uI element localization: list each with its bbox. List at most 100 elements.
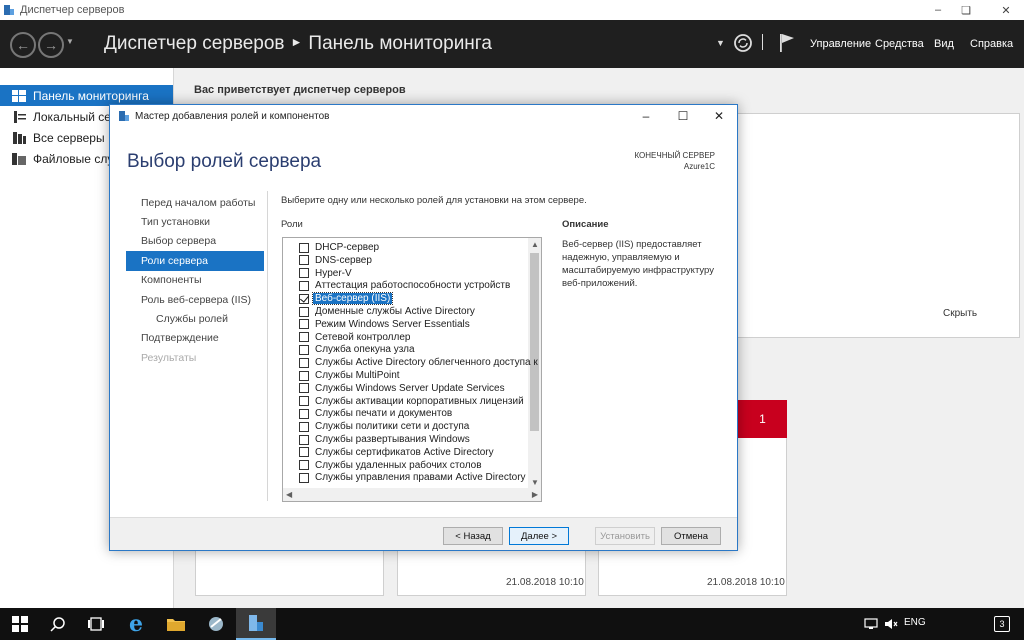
sidebar-item-dashboard[interactable]: Панель мониторинга [0, 85, 173, 106]
role-checkbox[interactable] [299, 396, 309, 407]
menu-help[interactable]: Справка [970, 38, 1013, 50]
step-server-roles[interactable]: Роли сервера [126, 251, 264, 271]
dialog-maximize-button[interactable]: ☐ [673, 109, 693, 123]
dialog-close-button[interactable]: ✕ [709, 109, 729, 123]
internet-explorer-button[interactable]: e [116, 608, 156, 640]
step-role-services[interactable]: Службы ролей [126, 309, 264, 328]
window-title: Диспетчер серверов [20, 4, 125, 16]
breadcrumb: Диспетчер серверов ► Панель мониторинга [104, 33, 492, 55]
destination-label: КОНЕЧНЫЙ СЕРВЕР [634, 151, 715, 160]
role-item[interactable]: Доменные службы Active Directory [299, 305, 475, 318]
role-checkbox[interactable] [299, 447, 309, 458]
role-item[interactable]: Службы политики сети и доступа [299, 420, 469, 433]
roles-listbox[interactable]: ▲ ▼ ◀ ▶ DHCP-сервер DNS-сервер Hyper-V Атте… [282, 237, 542, 502]
start-button[interactable] [0, 608, 40, 640]
language-indicator[interactable]: ENG [904, 617, 926, 628]
history-dropdown-icon[interactable]: ▼ [66, 37, 74, 46]
wizard-steps: Перед началом работы Тип установки Выбор… [126, 193, 264, 368]
task-view-button[interactable] [76, 608, 116, 640]
refresh-icon[interactable] [733, 33, 753, 53]
step-installation-type[interactable]: Тип установки [126, 212, 264, 231]
scroll-down-icon[interactable]: ▼ [531, 478, 539, 487]
header-dropdown-icon[interactable]: ▼ [716, 38, 725, 48]
role-item[interactable]: Службы активации корпоративных лицензий [299, 395, 524, 408]
scrollbar-thumb[interactable] [530, 253, 539, 431]
role-checkbox[interactable] [299, 370, 309, 381]
role-checkbox[interactable] [299, 421, 309, 432]
server-manager-icon [249, 615, 263, 631]
role-checkbox[interactable] [299, 460, 309, 471]
step-server-selection[interactable]: Выбор сервера [126, 232, 264, 251]
next-button[interactable]: Далее > [509, 527, 569, 545]
search-button[interactable] [38, 608, 78, 640]
role-item[interactable]: Службы развертывания Windows [299, 433, 470, 446]
role-item[interactable]: Веб-сервер (IIS) [299, 292, 394, 306]
role-item[interactable]: Режим Windows Server Essentials [299, 318, 470, 331]
role-item[interactable]: DNS-сервер [299, 254, 372, 267]
role-checkbox[interactable] [299, 332, 309, 343]
menu-view[interactable]: Вид [934, 38, 954, 50]
dialog-minimize-button[interactable]: – [636, 109, 656, 123]
role-item[interactable]: Службы печати и документов [299, 407, 452, 420]
role-checkbox[interactable] [299, 293, 309, 304]
network-icon[interactable] [864, 618, 878, 630]
role-item[interactable]: Службы управления правами Active Directo… [299, 471, 526, 484]
role-checkbox[interactable] [299, 319, 309, 330]
role-checkbox[interactable] [299, 255, 309, 266]
role-checkbox[interactable] [299, 242, 309, 253]
role-item[interactable]: Службы сертификатов Active Directory [299, 446, 494, 459]
role-item[interactable]: DHCP-сервер [299, 241, 379, 254]
role-checkbox[interactable] [299, 268, 309, 279]
notifications-flag-icon[interactable] [778, 32, 796, 54]
back-nav-button[interactable]: ← [10, 32, 36, 58]
alert-count-badge[interactable]: 1 [738, 400, 787, 438]
app-button[interactable] [196, 608, 236, 640]
role-checkbox[interactable] [299, 434, 309, 445]
role-item[interactable]: Служба опекуна узла [299, 343, 415, 356]
role-label: Hyper-V [315, 267, 352, 279]
file-services-icon [12, 152, 26, 165]
file-explorer-button[interactable] [156, 608, 196, 640]
role-checkbox[interactable] [299, 383, 309, 394]
role-item[interactable]: Аттестация работоспособности устройств [299, 279, 510, 292]
server-manager-taskbar-button[interactable] [236, 608, 276, 640]
role-checkbox[interactable] [299, 280, 309, 291]
role-checkbox[interactable] [299, 306, 309, 317]
maximize-button[interactable]: ❏ [950, 0, 982, 20]
cancel-button[interactable]: Отмена [661, 527, 721, 545]
role-item[interactable]: Сетевой контроллер [299, 331, 410, 344]
scroll-right-icon[interactable]: ▶ [532, 490, 538, 499]
role-checkbox[interactable] [299, 472, 309, 483]
step-results: Результаты [141, 351, 197, 364]
dialog-footer: < Назад Далее > Установить Отмена [110, 517, 737, 550]
all-servers-icon [13, 131, 26, 144]
role-checkbox[interactable] [299, 357, 309, 368]
menu-manage[interactable]: Управление [810, 38, 871, 50]
role-item[interactable]: Службы MultiPoint [299, 369, 400, 382]
role-label: Службы Windows Server Update Services [315, 382, 505, 394]
breadcrumb-separator-icon: ► [290, 35, 303, 49]
role-item[interactable]: Службы Active Directory облегченного дос… [299, 356, 538, 369]
role-item[interactable]: Службы удаленных рабочих столов [299, 459, 482, 472]
role-checkbox[interactable] [299, 344, 309, 355]
step-before-you-begin[interactable]: Перед началом работы [126, 193, 264, 212]
horizontal-scrollbar[interactable]: ◀ ▶ [283, 488, 541, 501]
step-features[interactable]: Компоненты [126, 271, 264, 290]
forward-nav-button[interactable]: → [38, 32, 64, 58]
close-button[interactable]: ✕ [990, 0, 1022, 20]
scroll-up-icon[interactable]: ▲ [531, 240, 539, 249]
step-web-server-role[interactable]: Роль веб-сервера (IIS) [126, 290, 264, 309]
action-center-icon[interactable]: 3 [994, 616, 1010, 632]
header-divider [762, 34, 763, 50]
role-label: Режим Windows Server Essentials [315, 318, 470, 330]
back-button[interactable]: < Назад [443, 527, 503, 545]
role-checkbox[interactable] [299, 408, 309, 419]
role-item[interactable]: Службы Windows Server Update Services [299, 382, 505, 395]
speaker-muted-icon[interactable] [884, 618, 898, 630]
hide-link[interactable]: Скрыть [943, 308, 977, 319]
scroll-left-icon[interactable]: ◀ [286, 490, 292, 499]
role-item[interactable]: Hyper-V [299, 267, 352, 280]
menu-tools[interactable]: Средства [875, 38, 924, 50]
step-confirmation[interactable]: Подтверждение [126, 329, 264, 348]
sidebar-item-label: Панель мониторинга [33, 88, 149, 103]
